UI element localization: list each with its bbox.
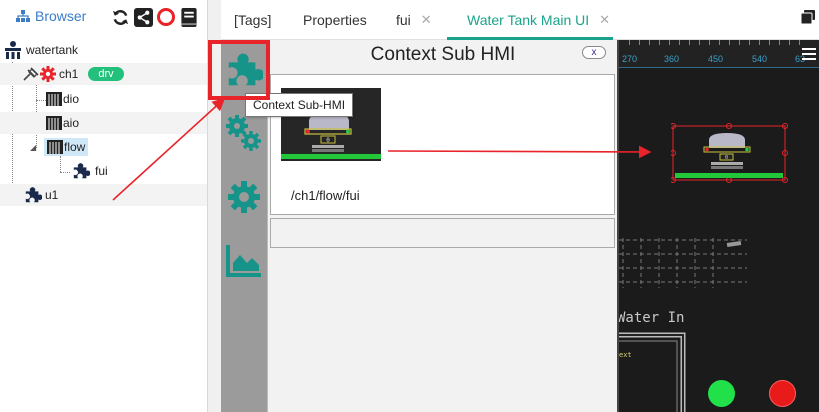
tab-label: fui [396,12,411,28]
refresh-icon [112,9,128,25]
ruler-tick [779,40,780,45]
tab-label: Properties [303,12,367,28]
table-icon [46,92,62,106]
ruler-tick [689,40,690,45]
trends-button[interactable] [221,238,267,284]
gear-icon [40,66,56,82]
tree-item-label: u1 [45,188,59,202]
area-chart-icon [226,245,261,277]
highlight-box [208,40,270,100]
tree-item-label: aio [63,116,80,130]
plug-icon [23,67,39,81]
tree-item-label: flow [64,140,86,154]
expand-triangle-icon[interactable]: ◢ [30,143,44,152]
ruler-tick [739,40,740,45]
share-icon [133,7,153,27]
tab-properties[interactable]: Properties [303,12,367,28]
hmi-canvas[interactable]: 270 360 450 540 63 0 Water In ext [617,40,819,412]
tree-item-fui[interactable]: fui [0,160,207,182]
tree-item-aio[interactable]: aio [0,112,207,134]
restore-window-button[interactable] [800,10,815,27]
menu-button[interactable] [802,48,816,63]
ruler-tick [729,40,730,45]
tree-item-u1[interactable]: u1 [0,184,207,206]
close-icon[interactable]: ✕ [421,12,432,28]
ruler-label: 270 [622,54,638,64]
browser-title[interactable]: Browser [16,8,86,24]
tab-label: Water Tank Main UI [467,12,590,28]
dialog-title: Context Sub HMI [370,44,516,65]
ruler-label: 360 [664,54,680,64]
ruler-tick [759,40,760,45]
settings-button[interactable] [221,174,267,220]
tank-level-text: 0 [326,137,330,144]
tree-item-label: dio [63,92,80,106]
gears-icon [226,115,261,151]
browser-panel: Browser watertank ch1 drv dio aio ◢ flow… [0,0,207,412]
ring-icon [157,8,175,26]
tab-water-tank-main-ui[interactable]: Water Tank Main UI ✕ [467,12,610,28]
ruler-tick [769,40,770,45]
green-lamp[interactable] [708,380,735,407]
stop-button[interactable] [156,7,176,27]
ext-label: ext [619,351,632,359]
ruler-tick [749,40,750,45]
tree-item-flow[interactable]: ◢ flow [0,136,207,158]
close-icon[interactable]: ✕ [599,12,610,28]
red-lamp[interactable] [769,380,796,407]
tank-level-text: 0 [725,155,728,161]
gear-icon [228,181,260,213]
ruler-tick [789,40,790,45]
ruler-tick [649,40,650,45]
water-in-label: Water In [617,310,685,326]
browser-header: Browser [0,0,207,36]
browser-title-label: Browser [35,8,87,24]
puzzle-icon [73,163,90,179]
share-button[interactable] [133,7,153,27]
ruler-label: 450 [708,54,724,64]
tab-fui[interactable]: fui ✕ [396,12,432,28]
dashed-grid [619,238,747,288]
table-icon [47,140,63,154]
browser-toolbar [110,7,199,27]
ruler-tick [699,40,700,45]
tab-label: [Tags] [234,12,272,28]
ruler-tick [659,40,660,45]
ruler-tick [719,40,720,45]
ruler-tick [669,40,670,45]
tree-item-selected: flow [44,138,89,156]
hierarchy-icon [16,9,30,22]
ruler-tick [629,40,630,45]
book-button[interactable] [179,7,199,27]
hamburger-icon [802,48,816,60]
dialog-close-button[interactable]: x [582,46,606,59]
sub-hmi-empty-slot [270,218,615,248]
sub-hmi-path-label: /ch1/flow/fui [291,188,360,203]
ruler-tick [639,40,640,45]
tree-item-watertank[interactable]: watertank [3,39,210,61]
pipe [619,332,686,412]
horizontal-ruler: 270 360 450 540 63 [619,40,819,68]
book-icon [181,7,197,27]
network-icon [5,41,21,59]
driver-badge: drv [88,67,124,81]
tree-item-ch1[interactable]: ch1 drv [0,63,207,85]
tree-item-dio[interactable]: dio [0,88,207,110]
windows-icon [800,10,815,25]
ruler-label: 540 [752,54,768,64]
tab-tags[interactable]: [Tags] [234,12,271,28]
table-icon [46,116,62,130]
tree-item-label: ch1 [59,67,79,81]
app-window: Browser watertank ch1 drv dio aio ◢ flow… [0,0,819,412]
ruler-tick [679,40,680,45]
tree-item-label: watertank [26,43,79,57]
tree-item-label: fui [95,164,108,178]
ruler-tick [799,40,800,45]
selected-sub-hmi[interactable]: 0 [671,123,789,185]
refresh-button[interactable] [110,7,130,27]
puzzle-icon [25,187,42,203]
ruler-tick [709,40,710,45]
tab-bar: [Tags] Properties fui ✕ Water Tank Main … [221,0,819,40]
